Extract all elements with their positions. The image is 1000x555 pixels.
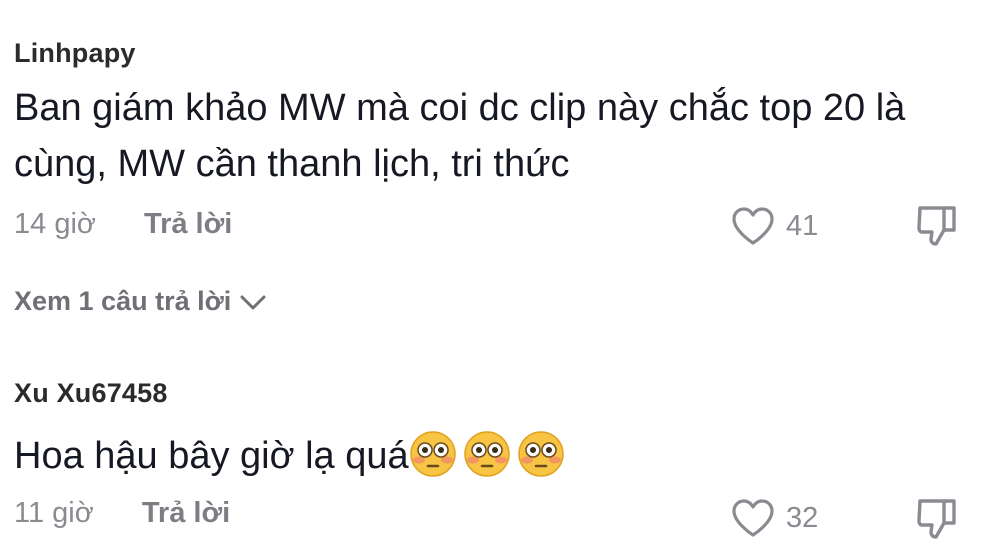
flushed-face-emoji <box>517 431 564 477</box>
comment-username[interactable]: Linhpapy <box>14 38 136 69</box>
view-replies-button[interactable]: Xem 1 câu trả lời <box>14 286 267 317</box>
like-button[interactable]: 32 <box>730 497 818 539</box>
flushed-face-emoji <box>463 431 510 477</box>
comment-text: Ban giám khảo MW mà coi dc clip này chắc… <box>14 87 906 185</box>
chevron-down-icon <box>240 295 266 309</box>
like-count: 32 <box>786 501 819 534</box>
emoji-group <box>409 431 565 477</box>
view-replies-label: Xem 1 câu trả lời <box>14 286 232 316</box>
thumbs-down-icon <box>917 499 956 539</box>
reply-button[interactable]: Trả lời <box>144 208 232 241</box>
comment-item: Xu Xu67458 Hoa hậu bây giờ lạ quá 11 giờ… <box>0 360 1000 555</box>
comment-text: Hoa hậu bây giờ lạ quá <box>14 428 974 484</box>
comment-meta: 14 giờ Trả lời <box>14 208 232 241</box>
comment-username[interactable]: Xu Xu67458 <box>14 378 168 409</box>
flushed-face-emoji <box>409 431 456 477</box>
dislike-button[interactable] <box>914 202 960 253</box>
comment-item: Linhpapy Ban giám khảo MW mà coi dc clip… <box>0 0 1000 330</box>
comment-meta: 11 giờ Trả lời <box>14 497 230 530</box>
comment-timestamp: 14 giờ <box>14 208 96 240</box>
reply-button[interactable]: Trả lời <box>142 497 230 530</box>
dislike-button[interactable] <box>914 495 960 546</box>
comment-text-body: Hoa hậu bây giờ lạ quá <box>14 435 409 477</box>
heart-outline-icon <box>732 499 774 537</box>
like-count: 41 <box>786 209 819 242</box>
comment-timestamp: 11 giờ <box>14 497 94 529</box>
thumbs-down-icon <box>917 206 956 246</box>
like-button[interactable]: 41 <box>730 205 818 247</box>
heart-outline-icon <box>732 207 774 245</box>
